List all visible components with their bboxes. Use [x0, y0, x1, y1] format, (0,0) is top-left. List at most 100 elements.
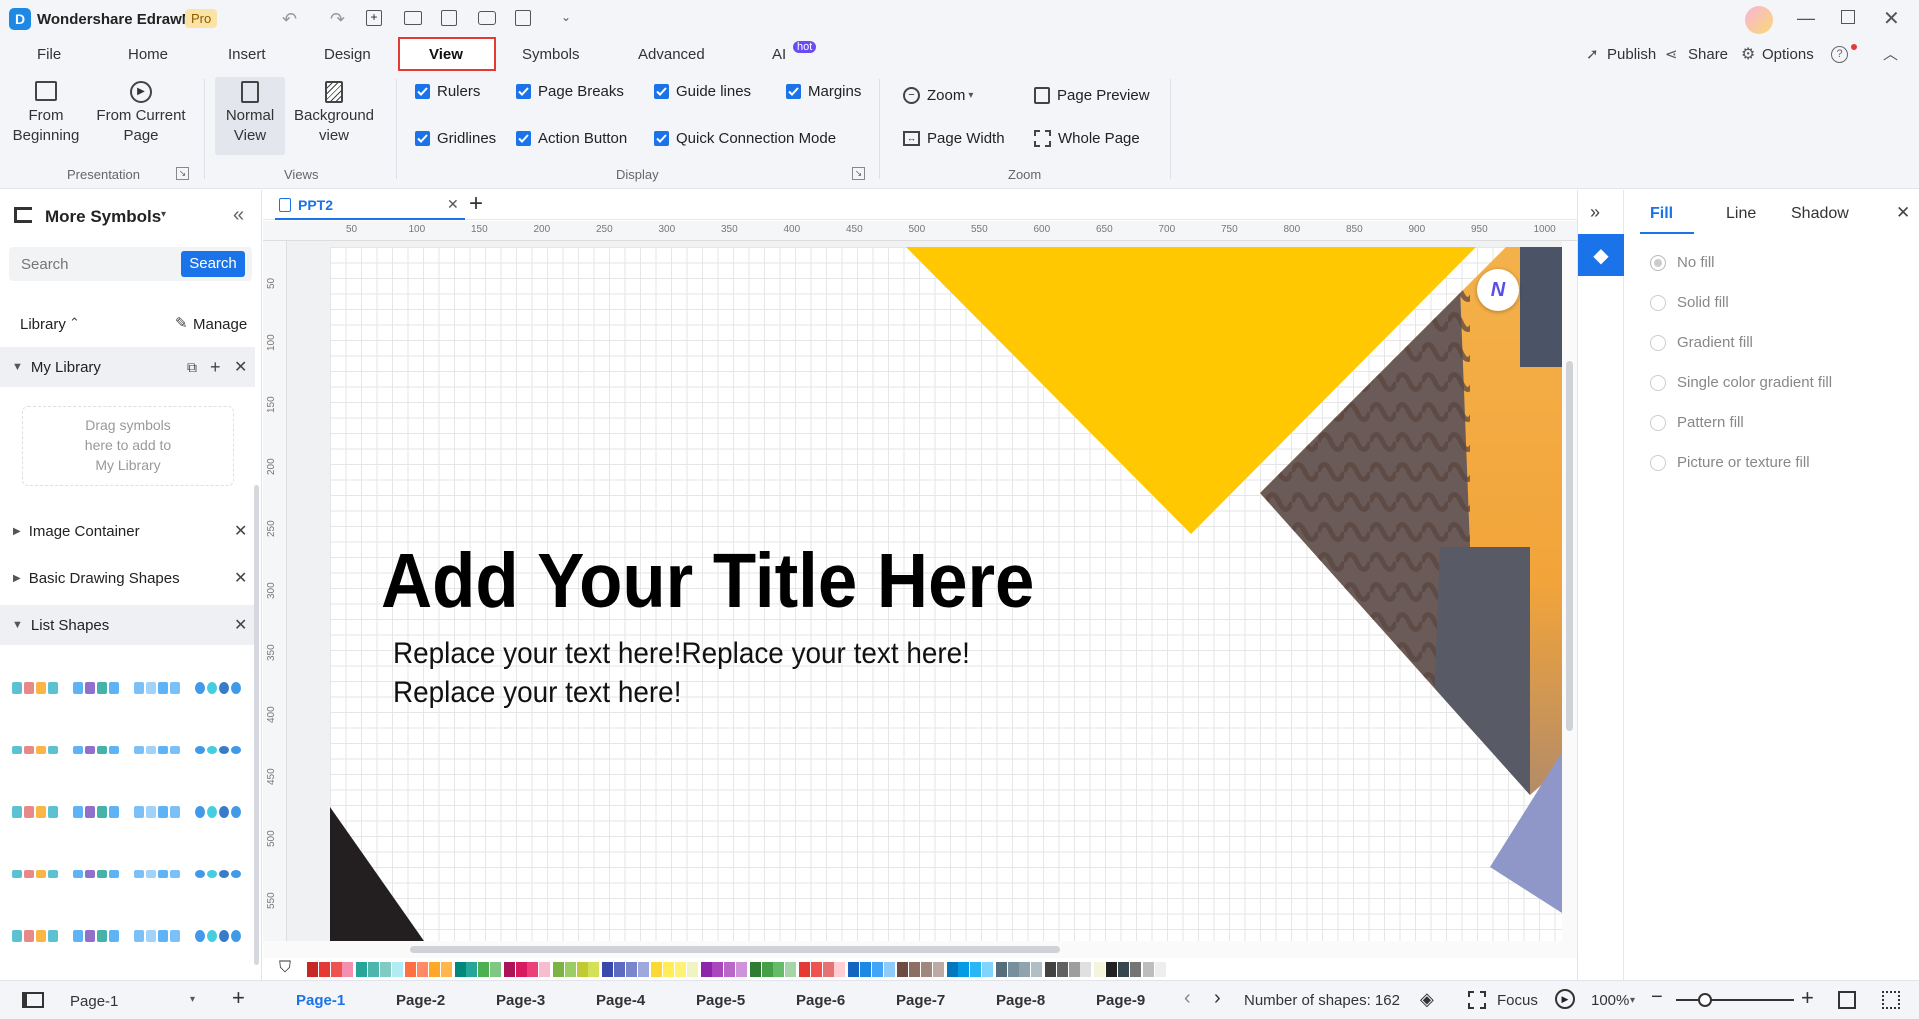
- fill-bucket-icon[interactable]: ◆: [1578, 234, 1624, 276]
- single-color-gradient-fill-option[interactable]: Single color gradient fill: [1650, 374, 1832, 391]
- my-library-section[interactable]: ▼ My Library ⧉ + ✕: [0, 347, 255, 387]
- share-button[interactable]: Share: [1688, 46, 1728, 63]
- background-view-button[interactable]: Background view: [293, 81, 375, 146]
- page-tab-3[interactable]: Page-3: [496, 992, 545, 1009]
- horizontal-scrollbar[interactable]: [410, 946, 1060, 953]
- save-icon[interactable]: [441, 10, 457, 26]
- color-swatch[interactable]: [663, 962, 675, 977]
- color-swatch[interactable]: [761, 962, 773, 977]
- page-width-button[interactable]: ↔ Page Width: [903, 130, 1005, 147]
- color-swatch[interactable]: [675, 962, 686, 977]
- normal-view-button[interactable]: Normal View: [215, 81, 285, 146]
- help-icon[interactable]: ?: [1831, 46, 1848, 63]
- color-swatch[interactable]: [440, 962, 452, 977]
- library-label[interactable]: Library: [20, 316, 66, 333]
- tab-shadow[interactable]: Shadow: [1791, 205, 1849, 223]
- list-shape-symbol[interactable]: [12, 802, 62, 824]
- color-swatch[interactable]: [686, 962, 698, 977]
- margins-checkbox[interactable]: Margins: [786, 83, 861, 100]
- fit-page-icon[interactable]: [1838, 991, 1856, 1009]
- redo-icon[interactable]: ↷: [330, 9, 345, 30]
- tab-symbols[interactable]: Symbols: [522, 46, 580, 63]
- play-icon[interactable]: ▶: [1555, 989, 1575, 1009]
- page-tab-9[interactable]: Page-9: [1096, 992, 1145, 1009]
- list-shapes-section[interactable]: ▼ List Shapes ✕: [0, 605, 255, 645]
- solid-fill-option[interactable]: Solid fill: [1650, 294, 1729, 311]
- page-tab-1[interactable]: Page-1: [296, 992, 345, 1009]
- color-swatch[interactable]: [318, 962, 330, 977]
- list-shape-symbol[interactable]: [195, 740, 245, 762]
- color-swatch[interactable]: [1031, 962, 1043, 977]
- color-swatch[interactable]: [1129, 962, 1141, 977]
- page-tab-7[interactable]: Page-7: [896, 992, 945, 1009]
- chevron-down-icon[interactable]: ▾: [1630, 995, 1635, 1006]
- print-icon[interactable]: [478, 11, 496, 25]
- color-swatch[interactable]: [503, 962, 515, 977]
- page-tab-8[interactable]: Page-8: [996, 992, 1045, 1009]
- color-swatch[interactable]: [637, 962, 649, 977]
- color-swatch[interactable]: [368, 962, 379, 977]
- page-selector[interactable]: Page-1 ▾: [60, 985, 205, 1015]
- zoom-out-icon[interactable]: −: [1651, 986, 1663, 1009]
- vertical-scrollbar[interactable]: [1566, 361, 1573, 731]
- search-input[interactable]: [9, 247, 179, 281]
- customize-toolbar-icon[interactable]: ⌄: [561, 10, 571, 24]
- document-tab[interactable]: PPT2 ✕: [275, 190, 465, 220]
- list-shape-symbol[interactable]: [73, 678, 123, 700]
- page-tab-4[interactable]: Page-4: [596, 992, 645, 1009]
- zoom-dropdown[interactable]: − Zoom ▾: [903, 87, 973, 104]
- open-folder-icon[interactable]: [404, 11, 422, 25]
- page-breaks-checkbox[interactable]: Page Breaks: [516, 83, 624, 100]
- collapse-panel-icon[interactable]: «: [233, 204, 244, 227]
- tab-insert[interactable]: Insert: [228, 46, 266, 63]
- color-swatch[interactable]: [490, 962, 501, 977]
- tab-home[interactable]: Home: [128, 46, 168, 63]
- close-icon[interactable]: ✕: [234, 568, 247, 588]
- slide-body-line-2[interactable]: Replace your text here!: [393, 676, 681, 710]
- close-tab-icon[interactable]: ✕: [447, 196, 459, 213]
- focus-button[interactable]: Focus: [1497, 992, 1538, 1009]
- color-swatch[interactable]: [379, 962, 391, 977]
- color-swatch[interactable]: [342, 962, 354, 977]
- collapse-ribbon-icon[interactable]: ︿: [1883, 43, 1898, 64]
- restore-icon[interactable]: [1841, 10, 1855, 24]
- color-swatch[interactable]: [625, 962, 637, 977]
- color-swatch[interactable]: [921, 962, 932, 977]
- minimize-icon[interactable]: —: [1797, 8, 1815, 29]
- tab-ai[interactable]: AI: [772, 46, 786, 63]
- layers-icon[interactable]: ◈: [1420, 989, 1434, 1010]
- next-page-icon[interactable]: ›: [1214, 987, 1221, 1010]
- color-swatch[interactable]: [860, 962, 871, 977]
- slide-page[interactable]: N Add Your Title Here Replace your text …: [330, 247, 1562, 941]
- list-shape-symbol[interactable]: [195, 864, 245, 886]
- add-icon[interactable]: +: [210, 357, 221, 378]
- my-library-dropzone[interactable]: Drag symbols here to add to My Library: [22, 406, 234, 486]
- options-button[interactable]: Options: [1762, 46, 1814, 63]
- color-swatch[interactable]: [749, 962, 761, 977]
- prev-page-icon[interactable]: ‹: [1184, 987, 1191, 1010]
- color-swatch[interactable]: [883, 962, 895, 977]
- slide-title[interactable]: Add Your Title Here: [381, 537, 1034, 626]
- canvas-area[interactable]: N Add Your Title Here Replace your text …: [287, 241, 1562, 941]
- color-swatch[interactable]: [822, 962, 834, 977]
- color-swatch[interactable]: [871, 962, 883, 977]
- chevron-down-icon[interactable]: ▾: [161, 209, 166, 220]
- color-swatch[interactable]: [553, 962, 564, 977]
- close-icon[interactable]: ✕: [234, 521, 247, 541]
- panel-scrollbar[interactable]: [254, 485, 259, 965]
- color-swatch[interactable]: [1094, 962, 1106, 977]
- slide-body-line-1[interactable]: Replace your text here!Replace your text…: [393, 637, 970, 671]
- color-swatch[interactable]: [588, 962, 600, 977]
- presentation-expand-icon[interactable]: ↘: [176, 167, 189, 180]
- color-swatch[interactable]: [515, 962, 527, 977]
- color-swatch[interactable]: [307, 962, 318, 977]
- color-swatch[interactable]: [1019, 962, 1031, 977]
- color-swatch[interactable]: [1045, 962, 1056, 977]
- image-container-section[interactable]: ▶ Image Container ✕: [0, 511, 255, 551]
- tab-advanced[interactable]: Advanced: [638, 46, 705, 63]
- zoom-slider-track[interactable]: [1676, 999, 1794, 1001]
- list-shape-symbol[interactable]: [73, 740, 123, 762]
- color-swatch[interactable]: [564, 962, 576, 977]
- fill-bucket-icon[interactable]: ⛉: [279, 959, 291, 977]
- zoom-in-icon[interactable]: +: [1801, 985, 1814, 1011]
